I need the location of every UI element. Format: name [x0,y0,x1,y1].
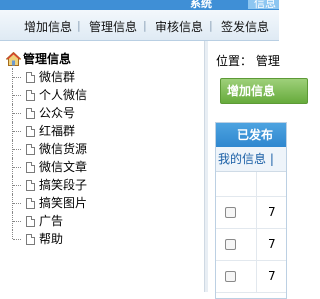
document-icon [26,89,35,101]
tree-item-ads[interactable]: 广告 [6,212,196,230]
document-icon [26,179,35,191]
published-panel: 已发布 我的信息 | 7 7 7 [215,122,287,299]
menu-bar: 增加信息 | 管理信息 | 审核信息 | 签发信息 [0,10,279,41]
system-label: 系统 [190,0,212,10]
tree-item-red-fortune-group[interactable]: 红福群 [6,122,196,140]
top-banner: 系统 信息 [0,0,279,10]
content-pane: 位置： 管理 增加信息 已发布 我的信息 | 7 7 7 [208,41,308,299]
table-header-row [216,172,286,197]
column-divider [256,197,257,228]
tree-item-funny-pictures[interactable]: 搞笑图片 [6,194,196,212]
table-cell: 7 [268,205,276,219]
tree-item-label: 搞笑图片 [39,196,88,210]
document-icon [26,215,35,227]
document-icon [26,233,35,245]
document-icon [26,107,35,119]
sidebar-tree: 管理信息 微信群 个人微信 公众号 红福群 微信货源 微信文章 搞笑段子 搞笑图… [5,50,196,248]
document-icon [26,125,35,137]
document-icon [26,161,35,173]
tree-connector [12,212,21,230]
row-checkbox[interactable] [225,271,236,282]
document-icon [26,143,35,155]
home-icon [5,51,22,66]
column-divider [256,261,257,292]
document-icon [26,197,35,209]
add-info-button[interactable]: 增加信息 [220,78,308,104]
table-row: 7 [216,197,286,229]
tree-item-wechat-article[interactable]: 微信文章 [6,158,196,176]
tree-connector [12,194,21,212]
tree-connector [12,68,21,86]
table-row: 7 [216,261,286,293]
header-tab[interactable]: 信息 [248,0,279,10]
menu-item-sign-info[interactable]: 签发信息 [221,18,269,35]
row-checkbox[interactable] [225,207,236,218]
tree-item-label: 红福群 [39,124,76,138]
tree-item-label: 个人微信 [39,88,88,102]
column-divider [256,229,257,260]
tree-item-label: 搞笑段子 [39,178,88,192]
tree-connector [12,230,21,240]
menu-item-add-info[interactable]: 增加信息 [24,18,72,35]
menu-separator: | [77,19,81,32]
tree-item-jokes[interactable]: 搞笑段子 [6,176,196,194]
menu-separator: | [209,19,213,32]
table-row: 7 [216,229,286,261]
tree-connector [12,104,21,122]
tree-item-wechat-group[interactable]: 微信群 [6,68,196,86]
my-info-filter[interactable]: 我的信息 | [216,147,286,172]
tree-root-label: 管理信息 [23,52,72,66]
tree-item-wechat-supply[interactable]: 微信货源 [6,140,196,158]
row-checkbox[interactable] [225,239,236,250]
column-divider [256,172,257,196]
tree-item-label: 微信货源 [39,142,88,156]
table-cell: 7 [268,237,276,251]
tree-item-label: 帮助 [39,232,64,246]
tree-item-label: 微信群 [39,70,76,84]
document-icon [26,71,35,83]
tree-root[interactable]: 管理信息 [5,50,196,68]
tree-item-help[interactable]: 帮助 [6,230,196,248]
menu-item-review-info[interactable]: 审核信息 [155,18,203,35]
tree-connector [12,122,21,140]
tree-item-official-account[interactable]: 公众号 [6,104,196,122]
tree-connector [12,86,21,104]
tree-item-label: 公众号 [39,106,76,120]
tree-connector [12,176,21,194]
menu-item-manage-info[interactable]: 管理信息 [89,18,137,35]
tree-item-personal-wechat[interactable]: 个人微信 [6,86,196,104]
menu-separator: | [143,19,147,32]
tree-item-label: 微信文章 [39,160,88,174]
tree-connector [12,158,21,176]
location-breadcrumb: 位置： 管理 [216,54,280,68]
tree-connector [12,140,21,158]
tree-item-label: 广告 [39,214,64,228]
panel-title: 已发布 [216,123,286,147]
table-cell: 7 [268,269,276,283]
